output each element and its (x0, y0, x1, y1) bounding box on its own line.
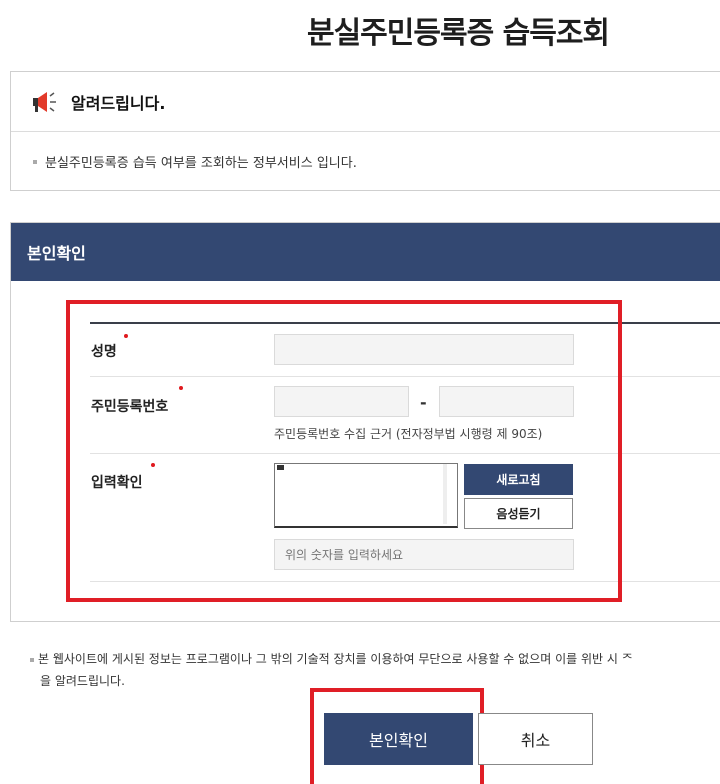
disclaimer-line-2: 을 알려드립니다. (40, 674, 125, 688)
disclaimer-line-1: 본 웹사이트에 게시된 정보는 프로그램이나 그 밖의 기술적 장치를 이용하여… (38, 652, 633, 666)
form-highlight-box (66, 300, 622, 602)
bullet-icon (30, 657, 34, 662)
bullet-icon (33, 159, 37, 164)
confirm-button[interactable]: 본인확인 (324, 713, 473, 765)
disclaimer: 본 웹사이트에 게시된 정보는 프로그램이나 그 밖의 기술적 장치를 이용하여… (30, 648, 633, 692)
notice-header: 알려드립니다. (11, 72, 720, 132)
notice-body: 분실주민등록증 습득 여부를 조회하는 정부서비스 입니다. (11, 132, 720, 171)
page-title: 분실주민등록증 습득조회 (306, 16, 610, 51)
notice-text: 분실주민등록증 습득 여부를 조회하는 정부서비스 입니다. (45, 156, 357, 171)
verify-header: 본인확인 (11, 223, 720, 281)
notice-box: 알려드립니다. 분실주민등록증 습득 여부를 조회하는 정부서비스 입니다. (10, 71, 720, 191)
notice-title: 알려드립니다. (71, 93, 166, 113)
megaphone-icon (33, 91, 56, 112)
cancel-button[interactable]: 취소 (478, 713, 593, 765)
